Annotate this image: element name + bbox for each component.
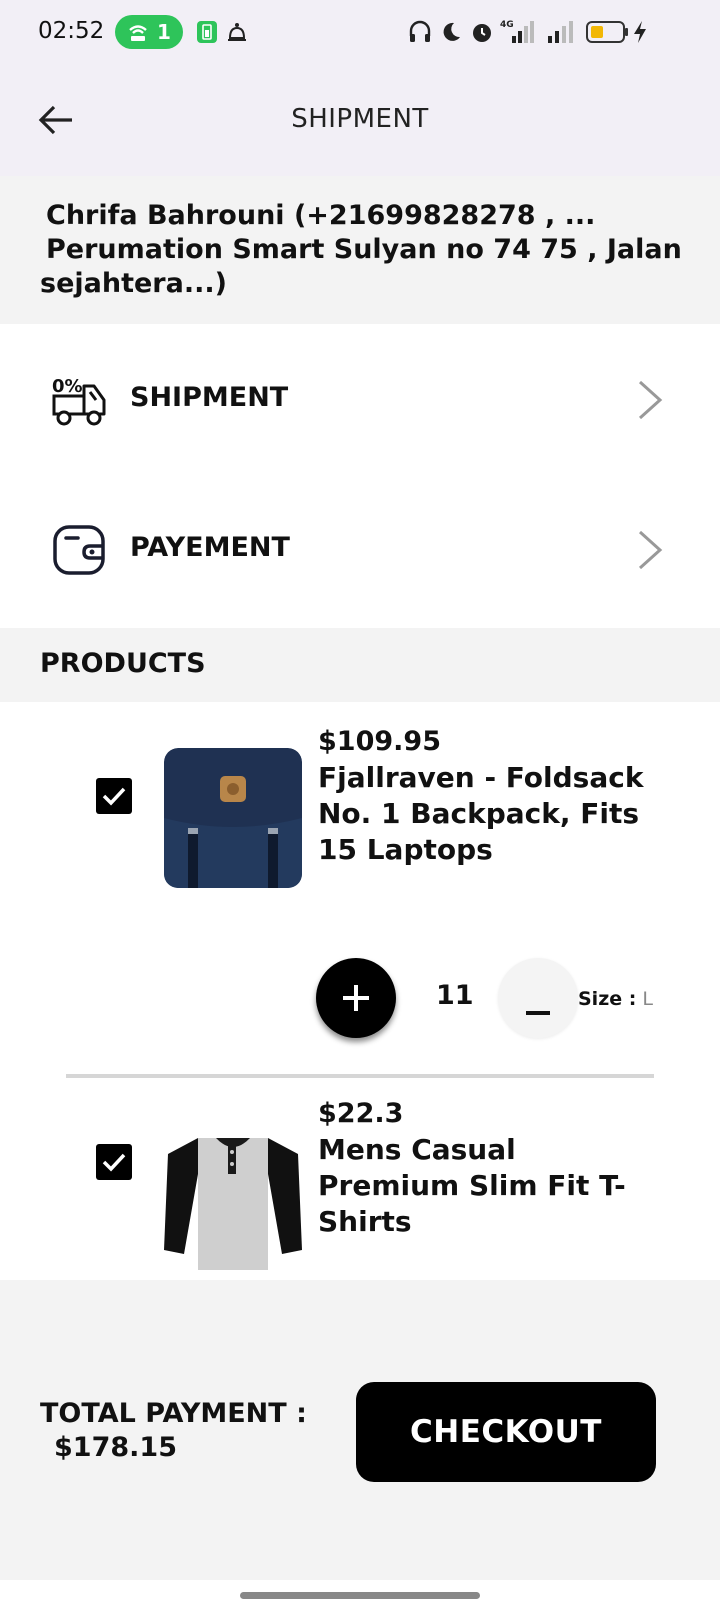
plus-icon <box>343 985 369 1011</box>
chevron-right-icon <box>638 530 663 570</box>
product-divider <box>66 1074 654 1078</box>
products-header: PRODUCTS <box>0 628 720 702</box>
total-payment-label: TOTAL PAYMENT : <box>40 1398 307 1429</box>
increase-quantity-button[interactable] <box>316 958 396 1038</box>
hotspot-count: 1 <box>157 20 171 44</box>
product-size: Size : L <box>578 988 653 1010</box>
product-checkbox[interactable] <box>96 1144 132 1180</box>
address-recipient: Chrifa Bahrouni (+21699828278 , ... <box>46 200 596 231</box>
size-value: L <box>642 988 653 1010</box>
total-payment-value: $178.15 <box>54 1432 177 1463</box>
address-city: sejahtera...) <box>40 268 227 299</box>
system-nav <box>0 1580 720 1612</box>
decrease-quantity-button[interactable] <box>498 958 578 1038</box>
page-title: SHIPMENT <box>291 104 429 134</box>
signal-4g-icon: 4G <box>500 20 534 43</box>
svg-text:4G: 4G <box>500 20 514 30</box>
wallet-icon <box>53 525 105 575</box>
address-street: Perumation Smart Sulyan no 74 75 , Jalan <box>46 234 682 265</box>
product-price: $22.3 <box>318 1098 404 1129</box>
chevron-right-icon <box>638 380 663 420</box>
payment-option[interactable]: PAYEMENT <box>0 474 720 624</box>
signal-icon <box>548 21 573 43</box>
checkout-button[interactable]: CHECKOUT <box>356 1382 656 1482</box>
notification-icon <box>228 23 246 41</box>
hotspot-indicator: 1 <box>115 15 183 49</box>
checkmark-icon <box>102 1153 126 1172</box>
shipment-option[interactable]: 0% SHIPMENT <box>0 324 720 474</box>
product-image-backpack[interactable] <box>164 748 302 888</box>
product-title: Fjallraven - Foldsack No. 1 Backpack, Fi… <box>318 761 644 866</box>
product-list[interactable]: $109.95 Fjallraven - Foldsack No. 1 Back… <box>0 702 720 1280</box>
hotspot-icon <box>129 25 147 41</box>
size-label: Size : <box>578 988 637 1010</box>
headphones-icon <box>409 20 431 42</box>
app-bar: SHIPMENT <box>0 68 720 176</box>
battery-icon <box>586 21 628 43</box>
product-image-tshirt[interactable] <box>164 1130 302 1270</box>
status-bar: 02:52 1 4G <box>0 0 720 68</box>
home-indicator[interactable] <box>240 1592 480 1599</box>
checkout-bar: TOTAL PAYMENT : $178.15 CHECKOUT <box>0 1280 720 1580</box>
product-price: $109.95 <box>318 726 441 757</box>
charging-icon <box>634 21 646 43</box>
minus-icon <box>526 1011 550 1015</box>
product-checkbox[interactable] <box>96 778 132 814</box>
moon-icon <box>443 22 460 41</box>
alarm-icon <box>473 24 491 42</box>
product-title: Mens Casual Premium Slim Fit T-Shirts <box>318 1133 626 1238</box>
payment-label: PAYEMENT <box>130 532 290 563</box>
checkmark-icon <box>102 787 126 806</box>
address-block[interactable]: Chrifa Bahrouni (+21699828278 , ... Peru… <box>0 176 720 324</box>
battery-saver-icon <box>197 21 217 43</box>
delivery-truck-icon: 0% <box>52 376 106 426</box>
svg-text:0%: 0% <box>52 376 83 397</box>
status-time: 02:52 <box>38 18 105 44</box>
quantity-value: 11 <box>436 980 474 1011</box>
shipment-label: SHIPMENT <box>130 382 289 413</box>
products-title: PRODUCTS <box>40 648 206 679</box>
